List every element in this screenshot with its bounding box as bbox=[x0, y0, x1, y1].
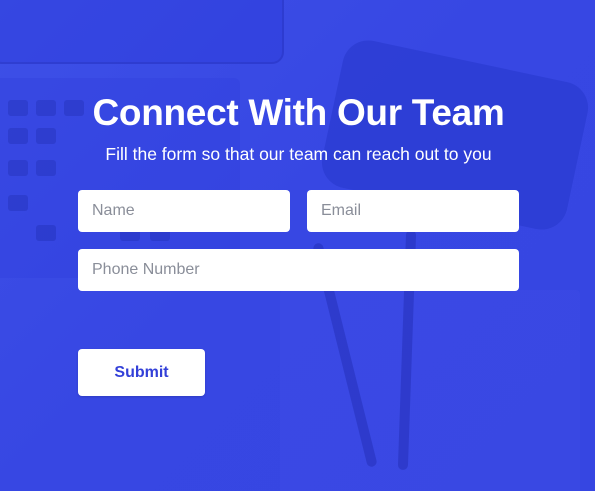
email-input[interactable] bbox=[307, 190, 519, 232]
form-title: Connect With Our Team bbox=[92, 92, 505, 133]
form-subtitle: Fill the form so that our team can reach… bbox=[105, 144, 492, 164]
phone-number-input[interactable] bbox=[78, 249, 519, 291]
submit-button[interactable]: Submit bbox=[78, 349, 205, 396]
name-input[interactable] bbox=[78, 190, 290, 232]
contact-form: Connect With Our Team Fill the form so t… bbox=[0, 0, 595, 491]
